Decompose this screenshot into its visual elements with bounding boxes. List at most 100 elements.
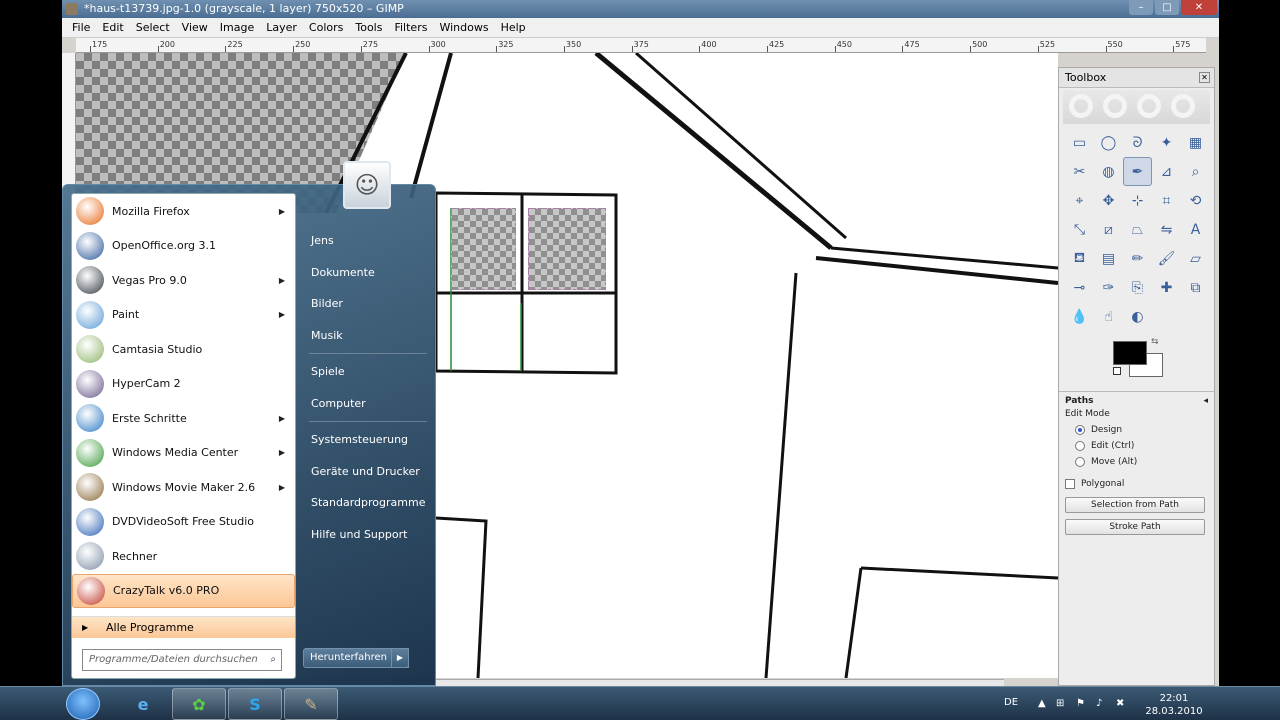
minimize-button[interactable]: – (1129, 0, 1153, 15)
mode-edit-radio[interactable]: Edit (Ctrl) (1075, 441, 1208, 451)
menu-file[interactable]: File (66, 18, 96, 37)
start-app-paint[interactable]: Paint ▶ (72, 298, 295, 333)
scale-icon[interactable]: ⤡ (1065, 215, 1094, 244)
color-select-icon[interactable]: ▦ (1181, 128, 1210, 157)
airbrush-icon[interactable]: ⊸ (1065, 273, 1094, 302)
stroke-path-button[interactable]: Stroke Path (1065, 519, 1205, 535)
start-place-ger-te-und-drucker[interactable]: Geräte und Drucker (303, 456, 433, 488)
paths-icon[interactable]: ✒ (1123, 157, 1152, 186)
taskbar-skype-button[interactable]: S (228, 688, 282, 720)
shutdown-options-icon[interactable]: ▶ (391, 648, 409, 668)
measure-icon[interactable]: ⌖ (1065, 186, 1094, 215)
all-programs-button[interactable]: Alle Programme (72, 616, 295, 639)
menu-help[interactable]: Help (495, 18, 532, 37)
toolbox-title[interactable]: Toolbox ✕ (1059, 68, 1214, 88)
start-place-musik[interactable]: Musik (303, 320, 433, 352)
menu-filters[interactable]: Filters (388, 18, 433, 37)
horizontal-scrollbar[interactable] (434, 679, 1004, 686)
alert-icon[interactable]: ✖ (1116, 698, 1124, 709)
menu-image[interactable]: Image (214, 18, 260, 37)
perspective-icon[interactable]: ⏢ (1123, 215, 1152, 244)
ellipse-select-icon[interactable]: ◯ (1094, 128, 1123, 157)
align-icon[interactable]: ⊹ (1123, 186, 1152, 215)
dodge-burn-icon[interactable]: ◐ (1123, 302, 1152, 331)
start-place-jens[interactable]: Jens (303, 225, 433, 257)
clone-icon[interactable]: ⎘ (1123, 273, 1152, 302)
flip-icon[interactable]: ⇋ (1152, 215, 1181, 244)
volume-icon[interactable]: ♪ (1096, 698, 1102, 709)
blur-icon[interactable]: 💧 (1065, 302, 1094, 331)
selection-from-path-button[interactable]: Selection from Path (1065, 497, 1205, 513)
menu-view[interactable]: View (176, 18, 214, 37)
show-hidden-icons-icon[interactable]: ▲ (1038, 698, 1046, 709)
eraser-icon[interactable]: ▱ (1181, 244, 1210, 273)
blend-icon[interactable]: ▤ (1094, 244, 1123, 273)
start-app-windows-movie-maker-2-6[interactable]: Windows Movie Maker 2.6 ▶ (72, 470, 295, 505)
zoom-icon[interactable]: ⌕ (1181, 157, 1210, 186)
gimp-titlebar[interactable]: *haus-t13739.jpg-1.0 (grayscale, 1 layer… (62, 0, 1219, 18)
start-place-systemsteuerung[interactable]: Systemsteuerung (303, 424, 433, 456)
start-place-standardprogramme[interactable]: Standardprogramme (303, 487, 433, 519)
move-icon[interactable]: ✥ (1094, 186, 1123, 215)
ink-icon[interactable]: ✑ (1094, 273, 1123, 302)
start-app-vegas-pro-9-0[interactable]: Vegas Pro 9.0 ▶ (72, 263, 295, 298)
pencil-icon[interactable]: ✏ (1123, 244, 1152, 273)
menu-select[interactable]: Select (130, 18, 176, 37)
scissors-icon[interactable]: ✂ (1065, 157, 1094, 186)
mode-move-radio[interactable]: Move (Alt) (1075, 457, 1208, 467)
start-app-openoffice-org-3-1[interactable]: OpenOffice.org 3.1 (72, 229, 295, 264)
menu-layer[interactable]: Layer (260, 18, 303, 37)
start-place-computer[interactable]: Computer (303, 388, 433, 420)
menu-edit[interactable]: Edit (96, 18, 129, 37)
crop-icon[interactable]: ⌗ (1152, 186, 1181, 215)
foreground-select-icon[interactable]: ◍ (1094, 157, 1123, 186)
lasso-icon[interactable]: ᘐ (1123, 128, 1152, 157)
menu-colors[interactable]: Colors (303, 18, 349, 37)
perspective-clone-icon[interactable]: ⧉ (1181, 273, 1210, 302)
fuzzy-select-icon[interactable]: ✦ (1152, 128, 1181, 157)
start-app-erste-schritte[interactable]: Erste Schritte ▶ (72, 401, 295, 436)
start-app-dvdvideosoft-free-studio[interactable]: DVDVideoSoft Free Studio (72, 505, 295, 540)
user-picture[interactable]: ☺ (343, 161, 391, 209)
shear-icon[interactable]: ⧄ (1094, 215, 1123, 244)
start-place-dokumente[interactable]: Dokumente (303, 257, 433, 289)
start-app-mozilla-firefox[interactable]: Mozilla Firefox ▶ (72, 194, 295, 229)
taskbar-icq-button[interactable]: ✿ (172, 688, 226, 720)
color-picker-icon[interactable]: ⊿ (1152, 157, 1181, 186)
start-place-hilfe-und-support[interactable]: Hilfe und Support (303, 519, 433, 551)
start-place-spiele[interactable]: Spiele (303, 356, 433, 388)
start-search-input[interactable]: Programme/Dateien durchsuchen ⌕ (82, 649, 282, 671)
start-app-hypercam-2[interactable]: HyperCam 2 (72, 367, 295, 402)
start-app-rechner[interactable]: Rechner (72, 539, 295, 574)
paintbrush-icon[interactable]: 🖌 (1152, 244, 1181, 273)
rect-select-icon[interactable]: ▭ (1065, 128, 1094, 157)
swap-colors-icon[interactable]: ⇆ (1151, 337, 1159, 347)
panel-menu-icon[interactable]: ◂ (1203, 396, 1208, 406)
start-app-windows-media-center[interactable]: Windows Media Center ▶ (72, 436, 295, 471)
bucket-fill-icon[interactable]: ⛾ (1065, 244, 1094, 273)
start-place-bilder[interactable]: Bilder (303, 288, 433, 320)
smudge-icon[interactable]: ☝ (1094, 302, 1123, 331)
start-app-crazytalk-v6-0-pro[interactable]: CrazyTalk v6.0 PRO (72, 573, 295, 608)
mode-design-radio[interactable]: Design (1075, 425, 1208, 435)
flag-icon[interactable]: ⚑ (1076, 698, 1085, 709)
polygonal-checkbox[interactable]: Polygonal (1065, 479, 1208, 489)
menu-tools[interactable]: Tools (349, 18, 388, 37)
menu-windows[interactable]: Windows (433, 18, 494, 37)
horizontal-ruler[interactable]: 175 200 225 250 275 300 325 350 375 400 425 450 475 5… (76, 38, 1206, 53)
foreground-color-swatch[interactable] (1113, 341, 1147, 365)
maximize-button[interactable]: □ (1155, 0, 1179, 15)
taskbar-ie-button[interactable]: e (116, 688, 170, 720)
heal-icon[interactable]: ✚ (1152, 273, 1181, 302)
network-icon[interactable]: ⊞ (1056, 698, 1064, 709)
toolbox-close-icon[interactable]: ✕ (1199, 72, 1210, 83)
start-button[interactable] (66, 688, 100, 720)
close-button[interactable]: ✕ (1181, 0, 1217, 15)
language-indicator[interactable]: DE (1004, 697, 1018, 708)
reset-colors-icon[interactable] (1113, 367, 1121, 375)
text-icon[interactable]: A (1181, 215, 1210, 244)
clock[interactable]: 22:01 28.03.2010 (1144, 692, 1204, 718)
taskbar-gimp-button[interactable]: ✎ (284, 688, 338, 720)
start-app-camtasia-studio[interactable]: Camtasia Studio (72, 332, 295, 367)
rotate-icon[interactable]: ⟲ (1181, 186, 1210, 215)
